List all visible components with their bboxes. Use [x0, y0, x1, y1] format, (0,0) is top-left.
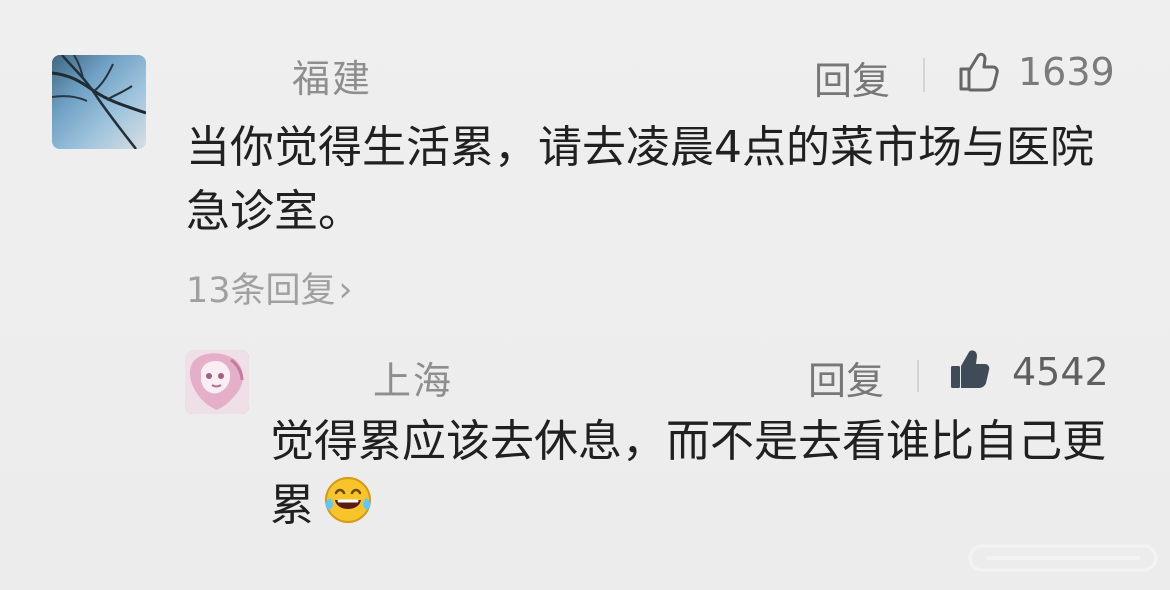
comment-thread-page: 福建 回复 1639 当你觉得生活累，请去凌晨4点的菜市场与医院急诊室。 13条…	[0, 0, 1170, 590]
view-replies-link[interactable]: 13条回复›	[186, 262, 353, 313]
replies-link-label: 13条回复	[186, 271, 336, 311]
avatar-image	[185, 350, 249, 414]
reply-text-content: 觉得累应该去休息，而不是去看谁比自己更累	[270, 416, 1106, 531]
watermark-mark	[968, 544, 1158, 572]
reply-button[interactable]: 回复	[808, 350, 884, 405]
laughing-tears-emoji-icon	[322, 474, 374, 526]
user-avatar-shanghai[interactable]	[185, 350, 249, 414]
reply-text: 觉得累应该去休息，而不是去看谁比自己更累	[270, 410, 1124, 538]
reply-button[interactable]: 回复	[814, 50, 890, 105]
reply-username[interactable]: 上海	[373, 350, 453, 405]
comment-text: 当你觉得生活累，请去凌晨4点的菜市场与医院急诊室。	[186, 122, 1094, 237]
user-avatar-fujian[interactable]	[52, 55, 146, 149]
chevron-right-icon: ›	[338, 270, 353, 310]
avatar-image	[52, 55, 146, 149]
thumbs-up-filled-icon[interactable]	[947, 347, 992, 392]
comment-username[interactable]: 福建	[292, 48, 372, 103]
like-count: 1639	[1018, 50, 1115, 94]
action-divider	[917, 360, 919, 392]
like-count: 4542	[1012, 350, 1109, 394]
action-divider	[923, 58, 925, 92]
thumbs-up-outline-icon[interactable]	[956, 50, 1000, 94]
